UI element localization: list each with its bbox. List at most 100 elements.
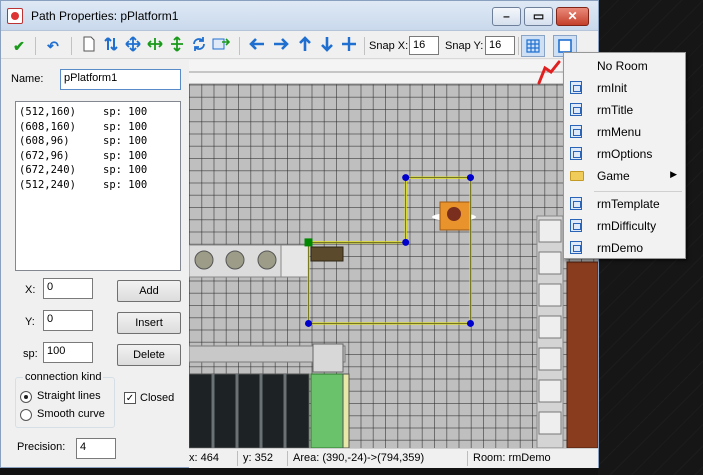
shift-down-icon[interactable] xyxy=(317,36,337,56)
shift-left-icon[interactable] xyxy=(247,36,267,56)
speed-field[interactable]: 100 xyxy=(43,342,93,363)
precision-label: Precision: xyxy=(17,441,66,453)
shift-path-icon[interactable] xyxy=(123,36,143,56)
app-icon xyxy=(7,8,23,24)
menu-item-rmtemplate[interactable]: rmTemplate xyxy=(564,193,685,215)
room-icon xyxy=(570,103,582,116)
smooth-curve-radio[interactable] xyxy=(20,409,32,421)
room-icon xyxy=(570,147,582,160)
room-icon xyxy=(570,125,582,138)
point-row[interactable]: (512,160) sp: 100 xyxy=(19,106,177,121)
menu-item-label: rmDemo xyxy=(597,241,644,255)
point-row[interactable]: (672,96) sp: 100 xyxy=(19,150,177,165)
point-row[interactable]: (608,160) sp: 100 xyxy=(19,121,177,136)
x-field[interactable]: 0 xyxy=(43,278,93,299)
minimize-button[interactable]: – xyxy=(492,7,521,26)
undo-icon[interactable]: ↶ xyxy=(43,36,63,56)
shift-right-icon[interactable] xyxy=(271,36,291,56)
menu-item-game[interactable]: Game ▶ xyxy=(564,165,685,187)
precision-field[interactable]: 4 xyxy=(76,438,116,459)
menu-item-label: rmOptions xyxy=(597,147,653,161)
mirror-horizontal-icon[interactable] xyxy=(145,36,165,56)
connection-kind-group: connection kind Straight lines Smooth cu… xyxy=(15,371,115,428)
name-field[interactable]: pPlatform1 xyxy=(60,69,181,90)
insert-point-button[interactable]: Insert xyxy=(117,312,181,334)
scale-path-icon[interactable] xyxy=(211,36,231,56)
path-properties-window: Path Properties: pPlatform1 – ▭ ✕ ✔ ↶ Sn… xyxy=(0,0,599,468)
point-row[interactable]: (608,96) sp: 100 xyxy=(19,135,177,150)
path-node[interactable] xyxy=(305,319,313,327)
point-coord: (672,240) xyxy=(19,164,76,176)
room-canvas[interactable] xyxy=(189,60,598,448)
status-room: Room: rmDemo xyxy=(473,452,551,464)
reverse-path-icon[interactable] xyxy=(101,36,121,56)
path-node[interactable] xyxy=(402,174,410,182)
menu-item-label: rmTitle xyxy=(597,103,634,117)
points-list[interactable]: (512,160) sp: 100 (608,160) sp: 100 (608,96)… xyxy=(15,101,181,271)
point-coord: (672,96) xyxy=(19,149,70,162)
room-icon xyxy=(570,197,582,210)
menu-item-no-room[interactable]: No Room xyxy=(564,55,685,77)
toolbar-separator xyxy=(364,37,365,55)
close-button[interactable]: ✕ xyxy=(556,7,589,26)
point-row[interactable]: (512,240) sp: 100 xyxy=(19,179,177,194)
point-speed: sp: 100 xyxy=(103,106,148,118)
snap-x-label: Snap X: xyxy=(369,40,409,52)
path-start-node[interactable] xyxy=(304,238,313,247)
menu-item-rmoptions[interactable]: rmOptions xyxy=(564,143,685,165)
name-label: Name: xyxy=(11,73,44,85)
center-view-icon[interactable] xyxy=(339,36,359,56)
rotate-path-icon[interactable] xyxy=(189,36,209,56)
menu-item-label: No Room xyxy=(597,59,648,73)
snap-y-label: Snap Y: xyxy=(445,40,484,52)
point-speed: sp: 100 xyxy=(103,178,148,191)
grid-icon xyxy=(526,39,540,53)
flip-vertical-icon[interactable] xyxy=(167,36,187,56)
folder-icon xyxy=(570,171,584,181)
window-title: Path Properties: pPlatform1 xyxy=(31,9,179,23)
smooth-curve-label: Smooth curve xyxy=(37,408,105,420)
y-field[interactable]: 0 xyxy=(43,310,93,331)
menu-item-rmdifficulty[interactable]: rmDifficulty xyxy=(564,215,685,237)
closed-checkbox[interactable]: ✓ xyxy=(124,392,136,404)
menu-item-rmdemo[interactable]: rmDemo xyxy=(564,237,685,259)
menu-separator xyxy=(594,191,682,192)
ok-icon[interactable]: ✔ xyxy=(9,36,29,56)
snap-x-input[interactable]: 16 xyxy=(409,36,439,55)
maximize-button[interactable]: ▭ xyxy=(524,7,553,26)
status-bar: x: 464 y: 352 Area: (390,-24)->(794,359)… xyxy=(189,448,598,468)
grid-toggle-button[interactable] xyxy=(521,35,545,57)
path-node[interactable] xyxy=(466,174,474,182)
toolbar: ✔ ↶ Snap X: 16 Snap Y: 16 xyxy=(1,32,598,59)
snap-y-input[interactable]: 16 xyxy=(485,36,515,55)
shift-up-icon[interactable] xyxy=(295,36,315,56)
menu-item-label: rmTemplate xyxy=(597,197,660,211)
y-label: Y: xyxy=(25,316,35,328)
toolbar-separator xyxy=(239,37,240,55)
point-speed: sp: 100 xyxy=(103,149,148,162)
straight-lines-radio[interactable] xyxy=(20,391,32,403)
point-speed: sp: 100 xyxy=(103,135,148,147)
status-area: Area: (390,-24)->(794,359) xyxy=(293,452,425,464)
clear-path-icon[interactable] xyxy=(79,36,99,56)
status-divider xyxy=(287,451,288,466)
menu-item-rmtitle[interactable]: rmTitle xyxy=(564,99,685,121)
menu-item-label: rmDifficulty xyxy=(597,219,657,233)
status-divider xyxy=(467,451,468,466)
toolbar-separator xyxy=(71,37,72,55)
point-row[interactable]: (672,240) sp: 100 xyxy=(19,164,177,179)
bottom-structures xyxy=(189,343,350,448)
path-node[interactable] xyxy=(402,238,410,246)
room-icon xyxy=(570,81,582,94)
point-coord: (608,96) xyxy=(19,135,70,147)
delete-point-button[interactable]: Delete xyxy=(117,344,181,366)
path-node[interactable] xyxy=(466,319,474,327)
menu-item-rminit[interactable]: rmInit xyxy=(564,77,685,99)
room-view xyxy=(189,60,598,448)
menu-item-label: Game xyxy=(597,169,630,183)
path-settings-panel: Name: pPlatform1 (512,160) sp: 100 (608,16… xyxy=(9,60,189,465)
toolbar-separator xyxy=(518,37,519,55)
add-point-button[interactable]: Add xyxy=(117,280,181,302)
speed-label: sp: xyxy=(23,348,38,360)
menu-item-rmmenu[interactable]: rmMenu xyxy=(564,121,685,143)
